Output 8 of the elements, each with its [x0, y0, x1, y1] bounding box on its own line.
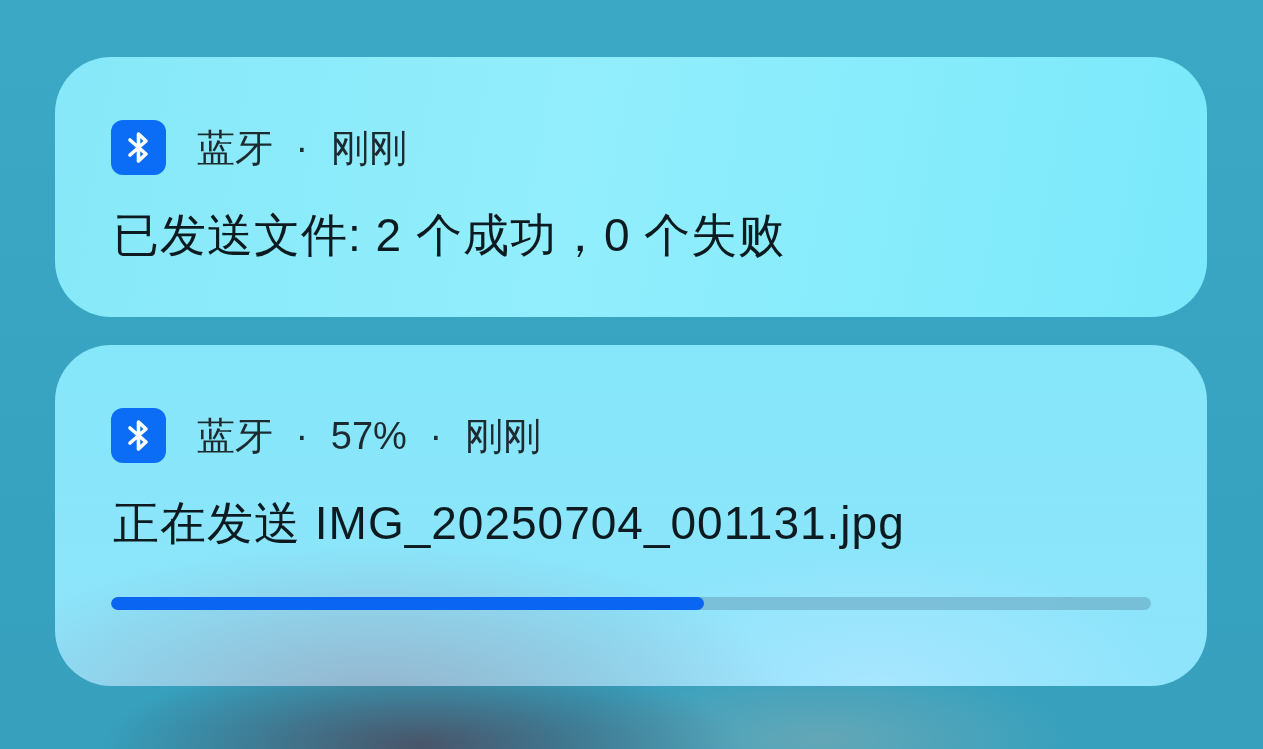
notification-card[interactable]: 蓝牙 · 刚刚 已发送文件: 2 个成功，0 个失败 [55, 57, 1207, 317]
bluetooth-icon [111, 408, 166, 463]
notification-body: 正在发送 IMG_20250704_001131.jpg [113, 496, 906, 551]
notification-header: 蓝牙 · 刚刚 [197, 125, 407, 171]
notification-card[interactable]: 蓝牙 · 57% · 刚刚 正在发送 IMG_20250704_001131.jpg [55, 345, 1207, 686]
notification-header: 蓝牙 · 57% · 刚刚 [197, 413, 541, 459]
bluetooth-icon [111, 120, 166, 175]
notification-body: 已发送文件: 2 个成功，0 个失败 [113, 208, 787, 263]
